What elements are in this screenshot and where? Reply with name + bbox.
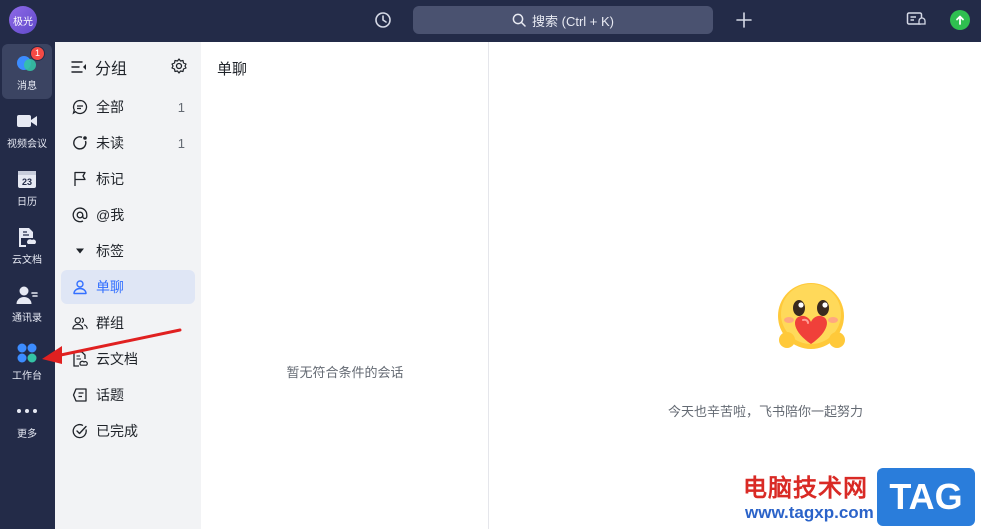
group-item-topics[interactable]: 话题 <box>61 378 195 412</box>
caret-down-icon <box>76 248 84 254</box>
group-item-label: 已完成 <box>96 423 138 439</box>
watermark-url: www.tagxp.com <box>745 503 874 522</box>
rail-label: 视频会议 <box>7 138 47 150</box>
rail-label: 日历 <box>17 196 37 208</box>
calendar-icon: 23 <box>18 170 36 188</box>
main-area: 今天也辛苦啦，飞书陪你一起努力 <box>490 42 981 529</box>
rail-label: 工作台 <box>12 370 42 382</box>
search-placeholder: 搜索 (Ctrl + K) <box>532 13 614 29</box>
more-icon <box>17 408 37 413</box>
calendar-date: 23 <box>22 177 32 187</box>
group-item-unread[interactable]: 未读 1 <box>61 126 195 160</box>
workplace-icon <box>17 343 37 362</box>
welcome-tagline: 今天也辛苦啦，飞书陪你一起努力 <box>667 404 863 419</box>
video-camera-icon <box>17 114 37 127</box>
rail-label: 通讯录 <box>12 312 42 324</box>
group-item-label: 标记 <box>96 171 124 187</box>
history-icon <box>375 12 391 28</box>
nav-rail: 1 消息 视频会议 23 日历 云文档 通讯录 工作台 更多 <box>0 42 55 529</box>
rail-item-contacts[interactable]: 通讯录 <box>2 276 52 331</box>
rail-item-workplace[interactable]: 工作台 <box>2 334 52 389</box>
group-item-label: @我 <box>96 207 125 223</box>
rail-item-calendar[interactable]: 23 日历 <box>2 160 52 215</box>
check-circle-icon <box>72 423 87 439</box>
group-item-count: 1 <box>177 99 185 115</box>
search-icon <box>512 13 526 27</box>
watermark-site-name: 电脑技术网 <box>743 475 868 502</box>
group-item-label: 单聊 <box>96 279 124 295</box>
group-item-label: 标签 <box>96 243 124 259</box>
avatar-text: 极光 <box>13 16 33 28</box>
gear-icon <box>171 58 187 74</box>
group-item-direct[interactable]: 单聊 <box>61 270 195 304</box>
group-item-label: 话题 <box>96 387 124 403</box>
plus-icon <box>736 12 752 28</box>
rail-item-video-meeting[interactable]: 视频会议 <box>2 102 52 157</box>
groups-header: 分组 <box>71 56 187 78</box>
top-bar: 极光 搜索 (Ctrl + K) <box>0 0 981 42</box>
rail-label: 云文档 <box>12 254 42 266</box>
group-item-tags[interactable]: 标签 <box>61 234 195 268</box>
chat-bubble-icon <box>72 99 88 115</box>
search-input[interactable]: 搜索 (Ctrl + K) <box>413 6 713 34</box>
group-item-label: 未读 <box>96 135 124 151</box>
rail-item-docs[interactable]: 云文档 <box>2 218 52 273</box>
notification-button[interactable] <box>905 9 927 31</box>
rail-label: 消息 <box>17 80 37 92</box>
group-settings-button[interactable] <box>171 58 187 79</box>
topic-icon <box>72 388 87 402</box>
chat-list-title: 单聊 <box>217 61 248 78</box>
empty-state-text: 暂无符合条件的会话 <box>286 365 404 380</box>
rail-item-more[interactable]: 更多 <box>2 392 52 447</box>
unread-badge: 1 <box>30 45 45 61</box>
rail-item-messages[interactable]: 1 消息 <box>2 44 52 99</box>
arrow-up-icon <box>956 15 964 25</box>
user-avatar[interactable]: 极光 <box>9 6 37 34</box>
group-item-label: 云文档 <box>96 351 138 367</box>
unread-icon <box>73 136 87 150</box>
flag-icon <box>74 171 86 186</box>
group-panel: 分组 全部 1 未读 1 标记 @我 标签 单聊 群组 云文档 话题 已完成 <box>55 42 201 529</box>
history-button[interactable] <box>372 9 394 31</box>
group-item-groups[interactable]: 群组 <box>61 306 195 340</box>
notification-icon <box>906 12 926 25</box>
person-icon <box>73 280 87 295</box>
collapse-list-icon[interactable] <box>71 60 87 74</box>
at-sign-icon <box>72 207 88 223</box>
group-item-mentions[interactable]: @我 <box>61 198 195 232</box>
group-item-label: 全部 <box>96 99 124 115</box>
create-button[interactable] <box>733 9 755 31</box>
group-item-done[interactable]: 已完成 <box>61 414 195 448</box>
group-icon <box>72 317 88 330</box>
group-item-docs[interactable]: 云文档 <box>61 342 195 376</box>
rail-label: 更多 <box>17 428 37 440</box>
contacts-icon <box>16 286 38 304</box>
group-item-count: 1 <box>177 135 185 151</box>
watermark-tag-logo: TAG <box>877 468 975 526</box>
doc-icon <box>73 351 88 367</box>
group-item-all[interactable]: 全部 1 <box>61 90 195 124</box>
update-button[interactable] <box>950 10 970 30</box>
group-item-label: 群组 <box>96 315 124 331</box>
chat-list: 单聊 暂无符合条件的会话 <box>201 42 489 529</box>
groups-title: 分组 <box>95 61 128 78</box>
group-item-flagged[interactable]: 标记 <box>61 162 195 196</box>
cloud-doc-icon <box>19 227 36 247</box>
heart-emoji-illustration <box>778 283 845 349</box>
